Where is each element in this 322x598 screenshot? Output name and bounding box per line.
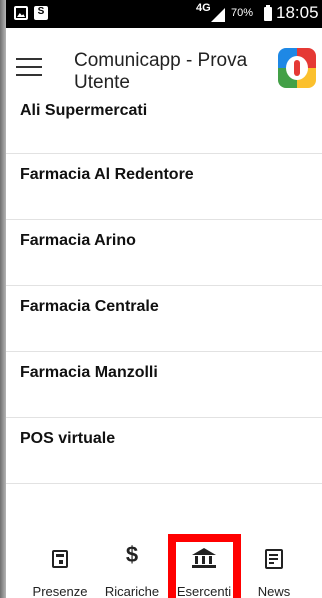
status-bar: S 4G 70% 18:05	[6, 0, 322, 28]
battery-icon	[264, 5, 272, 21]
list-item[interactable]: POS virtuale	[6, 418, 322, 484]
dollar-icon: $	[125, 542, 139, 567]
list-item[interactable]: Ali Supermercati	[6, 92, 322, 154]
merchant-name: Ali Supermercati	[20, 102, 148, 119]
nav-tab-presenze[interactable]: Presenze	[24, 522, 96, 598]
app-logo	[278, 48, 316, 88]
battery-percent: 70%	[231, 7, 254, 19]
clock: 18:05	[276, 3, 319, 22]
merchant-name: Farmacia Al Redentore	[20, 166, 194, 183]
app-notification-icon: S	[34, 6, 48, 20]
nav-tab-news[interactable]: News	[238, 522, 310, 598]
hamburger-menu-icon[interactable]	[16, 56, 42, 76]
list-item[interactable]: Farmacia Arino	[6, 220, 322, 286]
signal-icon	[211, 8, 225, 22]
app-title: Comunicapp - Prova Utente	[74, 50, 248, 93]
list-item[interactable]: Farmacia Manzolli	[6, 352, 322, 418]
merchant-name: Farmacia Arino	[20, 232, 136, 249]
list-item[interactable]: Farmacia Centrale	[6, 286, 322, 352]
list-item[interactable]: Farmacia Al Redentore	[6, 154, 322, 220]
nav-label-news: News	[257, 584, 291, 598]
bottom-navigation: Presenze $ Ricariche Esercenti News	[6, 522, 322, 598]
merchant-list: Ali Supermercati Farmacia Al Redentore F…	[6, 102, 322, 484]
merchant-name: Farmacia Centrale	[20, 298, 159, 315]
merchant-name: Farmacia Manzolli	[20, 364, 158, 381]
app-screen: S 4G 70% 18:05 Comunicapp - Prova Utente…	[6, 0, 322, 598]
merchant-name: POS virtuale	[20, 430, 116, 447]
selection-highlight	[168, 534, 241, 598]
news-icon	[265, 549, 283, 569]
nav-tab-ricariche[interactable]: $ Ricariche	[96, 522, 168, 598]
gallery-icon	[14, 6, 28, 20]
network-type: 4G	[196, 2, 211, 14]
calendar-icon	[52, 550, 68, 568]
